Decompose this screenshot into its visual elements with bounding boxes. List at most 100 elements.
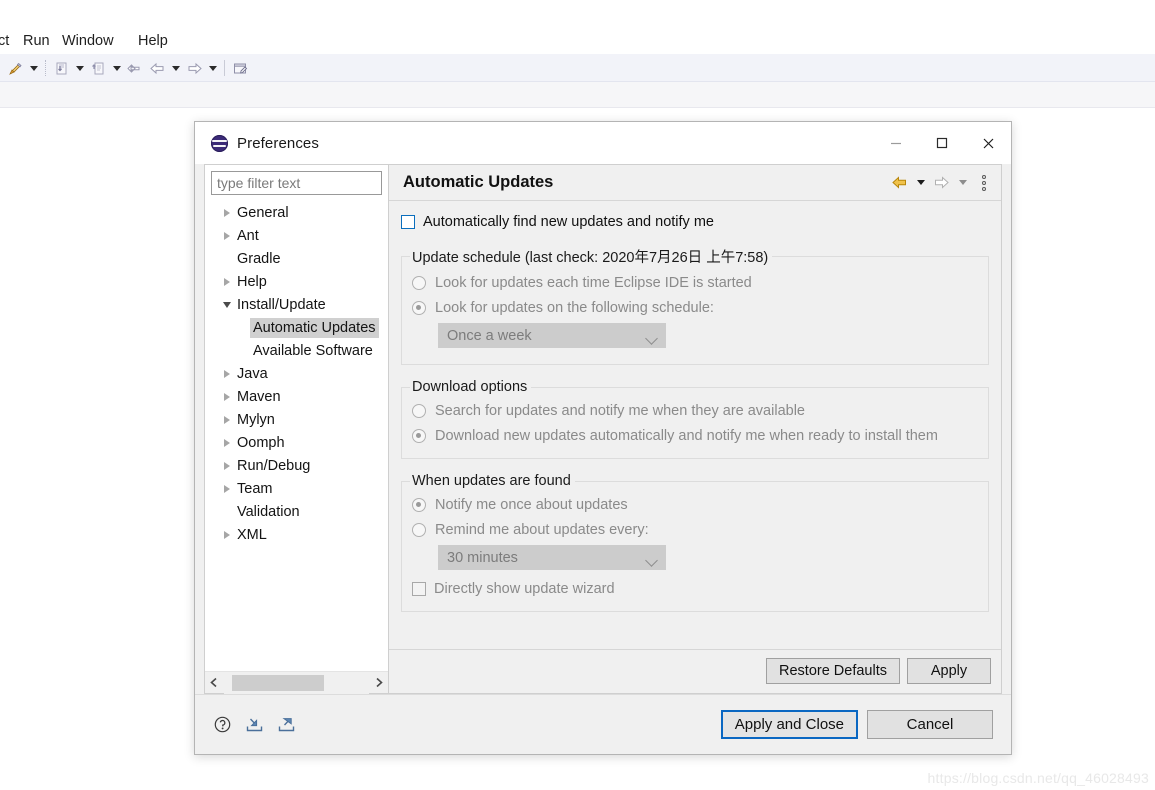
- show-wizard-label: Directly show update wizard: [434, 580, 615, 597]
- tree-item-available-software[interactable]: Available Software: [205, 339, 388, 362]
- page-header-tools: [890, 171, 993, 195]
- menu-help[interactable]: Help: [134, 30, 172, 52]
- import-icon[interactable]: [243, 714, 265, 736]
- show-wizard-checkbox[interactable]: [412, 581, 426, 596]
- restore-defaults-button[interactable]: Restore Defaults: [766, 658, 900, 684]
- chevron-right-icon[interactable]: [217, 523, 237, 546]
- chevron-right-icon[interactable]: [217, 408, 237, 431]
- tree-item-label: Ant: [237, 227, 259, 244]
- scroll-right-icon[interactable]: [369, 672, 388, 694]
- search-and-notify-radio[interactable]: [412, 403, 426, 418]
- download-automatically-radio[interactable]: [412, 428, 426, 443]
- show-wizard-row[interactable]: Directly show update wizard: [412, 576, 978, 601]
- back-arrow-icon[interactable]: [890, 171, 909, 195]
- scrollbar-track[interactable]: [224, 671, 369, 694]
- scroll-left-icon[interactable]: [205, 672, 224, 694]
- tree-item-maven[interactable]: Maven: [205, 385, 388, 408]
- auto-find-updates-checkbox[interactable]: [401, 215, 415, 229]
- back-dropdown-caret[interactable]: [168, 57, 183, 79]
- dialog-title-bar: Preferences: [195, 122, 1011, 164]
- apply-and-close-button[interactable]: Apply and Close: [720, 710, 858, 739]
- chevron-down-icon[interactable]: [217, 293, 237, 316]
- dialog-footer: Apply and Close Cancel: [195, 694, 1011, 754]
- remind-every-row[interactable]: Remind me about updates every:: [412, 517, 978, 542]
- tree-item-java[interactable]: Java: [205, 362, 388, 385]
- tree-item-label: Java: [237, 365, 268, 382]
- schedule-periodic-radio[interactable]: [412, 300, 426, 315]
- export-icon[interactable]: [275, 714, 297, 736]
- tree-item-help[interactable]: Help: [205, 270, 388, 293]
- update-schedule-legend: Update schedule (last check: 2020年7月26日 …: [412, 250, 769, 266]
- page-button-bar: Restore Defaults Apply: [389, 649, 1001, 693]
- auto-find-updates-checkbox-row[interactable]: Automatically find new updates and notif…: [401, 212, 989, 232]
- tree-item-ant[interactable]: Ant: [205, 224, 388, 247]
- new-editor-icon[interactable]: [229, 57, 251, 79]
- schedule-periodic-row[interactable]: Look for updates on the following schedu…: [412, 295, 978, 320]
- maximize-icon[interactable]: [919, 122, 965, 164]
- remind-interval-combo[interactable]: 30 minutes: [438, 545, 666, 570]
- menu-window[interactable]: Window: [58, 30, 118, 52]
- schedule-on-startup-row[interactable]: Look for updates each time Eclipse IDE i…: [412, 270, 978, 295]
- forward-arrow-icon[interactable]: [932, 171, 951, 195]
- view-menu-icon[interactable]: [974, 171, 993, 195]
- notify-once-row[interactable]: Notify me once about updates: [412, 492, 978, 517]
- when-updates-found-group: When updates are found Notify me once ab…: [401, 473, 989, 612]
- back-history-icon[interactable]: [124, 57, 146, 79]
- minimize-icon[interactable]: [873, 122, 919, 164]
- tree-item-run-debug[interactable]: Run/Debug: [205, 454, 388, 477]
- main-toolbar: [0, 54, 1155, 82]
- new-wizard-icon[interactable]: [87, 57, 109, 79]
- cancel-button[interactable]: Cancel: [867, 710, 993, 739]
- tree-item-label: Mylyn: [237, 411, 275, 428]
- tree-item-general[interactable]: General: [205, 201, 388, 224]
- forward-arrow-icon[interactable]: [183, 57, 205, 79]
- tree-item-install-update[interactable]: Install/Update: [205, 293, 388, 316]
- chevron-right-icon[interactable]: [217, 385, 237, 408]
- menu-run[interactable]: Run: [19, 30, 54, 52]
- menu-project[interactable]: ct: [0, 30, 13, 52]
- chevron-right-icon[interactable]: [217, 477, 237, 500]
- forward-dropdown-caret[interactable]: [953, 171, 972, 195]
- dialog-body: General Ant Gradle Help Install/Update: [195, 164, 1011, 694]
- preferences-dialog: Preferences General: [194, 121, 1012, 755]
- remind-every-label: Remind me about updates every:: [435, 521, 649, 538]
- notify-once-radio[interactable]: [412, 497, 426, 512]
- schedule-on-startup-radio[interactable]: [412, 275, 426, 290]
- tree-item-oomph[interactable]: Oomph: [205, 431, 388, 454]
- apply-button[interactable]: Apply: [907, 658, 991, 684]
- tree-item-validation[interactable]: Validation: [205, 500, 388, 523]
- tree-horizontal-scrollbar[interactable]: [205, 671, 388, 694]
- remind-every-radio[interactable]: [412, 522, 426, 537]
- chevron-right-icon[interactable]: [217, 454, 237, 477]
- forward-dropdown-caret[interactable]: [205, 57, 220, 79]
- download-automatically-row[interactable]: Download new updates automatically and n…: [412, 423, 978, 448]
- watermark-text: https://blog.csdn.net/qq_46028493: [927, 770, 1149, 786]
- update-schedule-group: Update schedule (last check: 2020年7月26日 …: [401, 246, 989, 365]
- menu-bar: ct Run Window Help: [0, 28, 1155, 54]
- new-wizard-dropdown-caret[interactable]: [109, 57, 124, 79]
- tree-item-xml[interactable]: XML: [205, 523, 388, 546]
- filter-input[interactable]: [211, 171, 382, 195]
- preferences-tree[interactable]: General Ant Gradle Help Install/Update A…: [205, 195, 388, 671]
- tree-item-gradle[interactable]: Gradle: [205, 247, 388, 270]
- run-icon[interactable]: [4, 57, 26, 79]
- chevron-right-icon[interactable]: [217, 270, 237, 293]
- chevron-right-icon[interactable]: [217, 431, 237, 454]
- chevron-right-icon[interactable]: [217, 362, 237, 385]
- tree-item-automatic-updates[interactable]: Automatic Updates: [205, 316, 388, 339]
- chevron-right-icon[interactable]: [217, 201, 237, 224]
- back-arrow-icon[interactable]: [146, 57, 168, 79]
- debug-icon[interactable]: [50, 57, 72, 79]
- window-controls: [873, 122, 1011, 164]
- run-dropdown-caret[interactable]: [26, 57, 41, 79]
- close-icon[interactable]: [965, 122, 1011, 164]
- tree-item-mylyn[interactable]: Mylyn: [205, 408, 388, 431]
- schedule-frequency-combo[interactable]: Once a week: [438, 323, 666, 348]
- search-and-notify-row[interactable]: Search for updates and notify me when th…: [412, 398, 978, 423]
- help-icon[interactable]: [211, 714, 233, 736]
- scrollbar-thumb[interactable]: [232, 674, 324, 691]
- debug-dropdown-caret[interactable]: [72, 57, 87, 79]
- tree-item-team[interactable]: Team: [205, 477, 388, 500]
- back-dropdown-caret[interactable]: [911, 171, 930, 195]
- chevron-right-icon[interactable]: [217, 224, 237, 247]
